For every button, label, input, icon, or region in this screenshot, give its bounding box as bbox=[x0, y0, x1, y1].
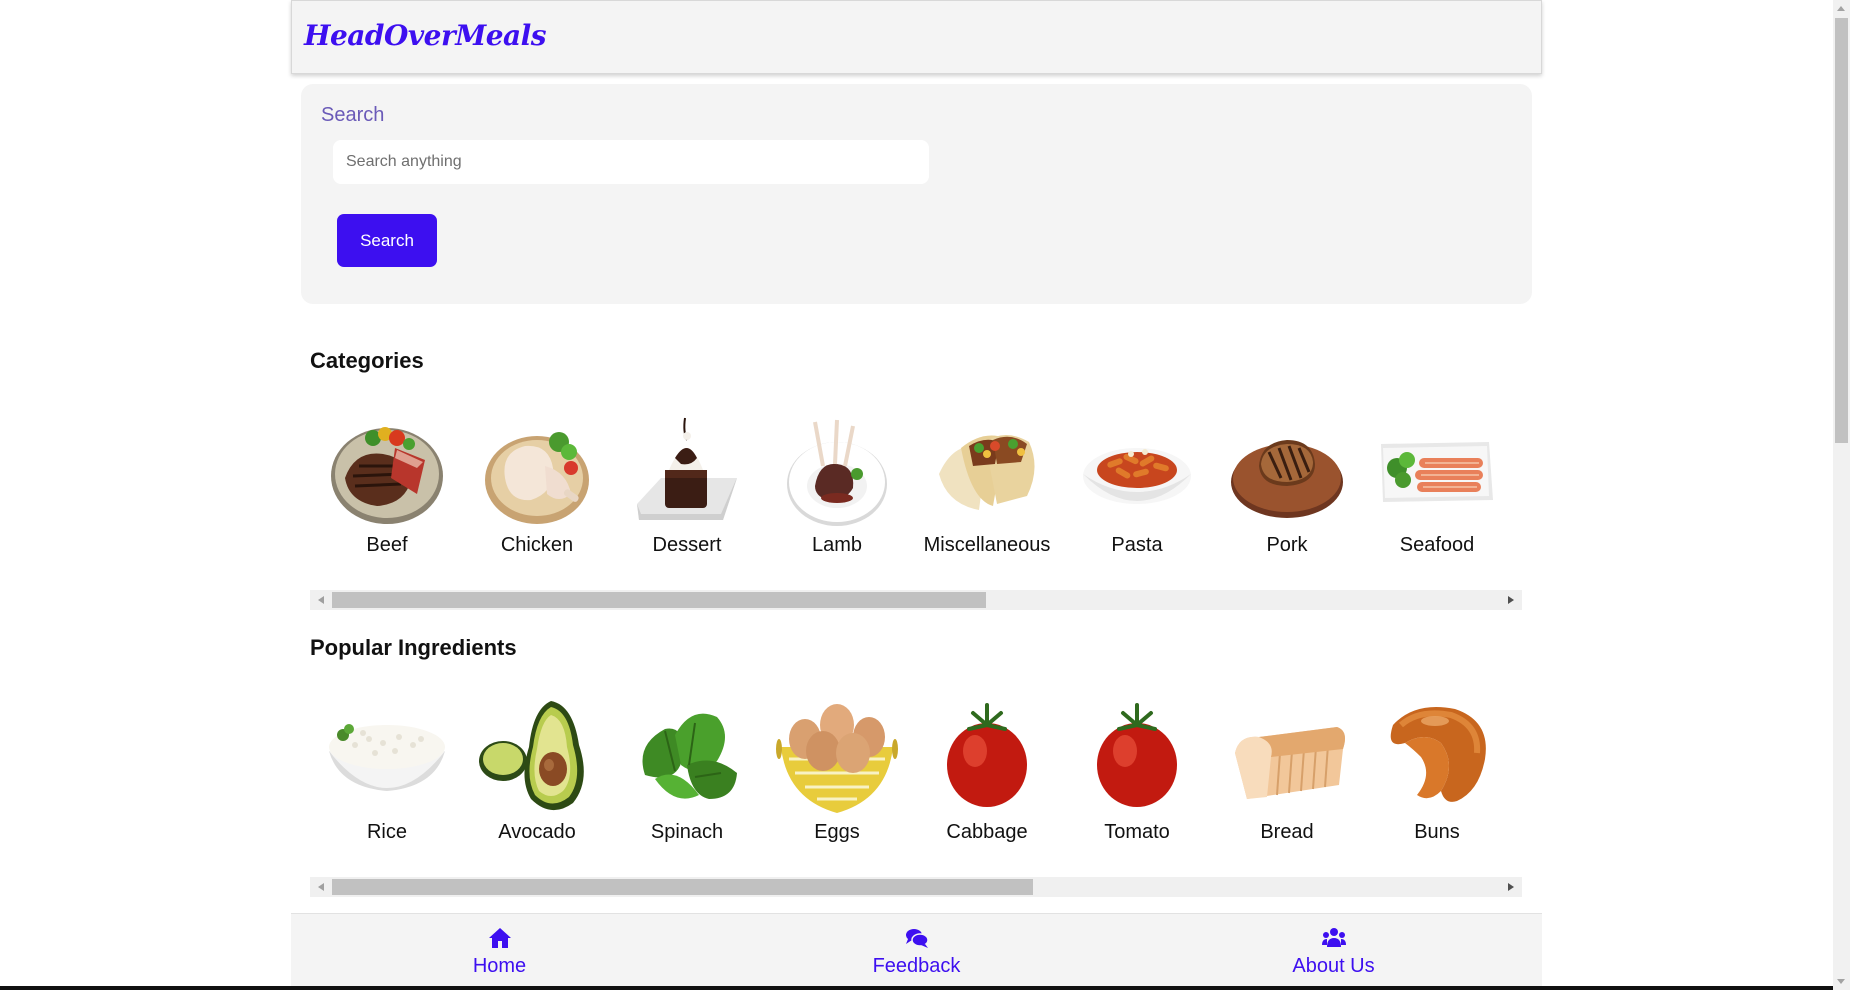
page-scrollbar[interactable] bbox=[1833, 0, 1850, 990]
bottom-navigation: Home Feedback About Us bbox=[291, 913, 1542, 990]
bread-loaf-image bbox=[1225, 695, 1349, 819]
ingredient-label: Bread bbox=[1260, 821, 1314, 843]
lamb-chops-image bbox=[775, 408, 899, 532]
rice-bowl-image bbox=[325, 695, 449, 819]
ingredient-label: Avocado bbox=[498, 821, 576, 843]
tomato-image bbox=[1075, 695, 1199, 819]
ingredient-label: Rice bbox=[366, 821, 407, 843]
beef-steak-image bbox=[325, 408, 449, 532]
search-label: Search bbox=[321, 104, 385, 126]
page-scrollbar-thumb[interactable] bbox=[1835, 18, 1848, 443]
categories-title: Categories bbox=[310, 348, 424, 373]
chocolate-dessert-image bbox=[625, 408, 749, 532]
tomato-image bbox=[925, 695, 1049, 819]
nav-home[interactable]: Home bbox=[291, 914, 708, 990]
category-lamb[interactable]: Lamb bbox=[762, 408, 912, 558]
category-label: Dessert bbox=[652, 534, 722, 556]
bun-image bbox=[1375, 695, 1499, 819]
categories-strip: Beef Chicken Dessert Lamb Miscellaneous … bbox=[310, 408, 1522, 558]
scroll-up-arrow-icon[interactable] bbox=[1837, 6, 1845, 11]
nav-home-label: Home bbox=[472, 955, 527, 977]
scrollbar-thumb[interactable] bbox=[332, 592, 986, 608]
category-label: Seafood bbox=[1399, 534, 1475, 556]
ingredient-spinach[interactable]: Spinach bbox=[612, 695, 762, 845]
ingredient-bread[interactable]: Bread bbox=[1212, 695, 1362, 845]
search-button[interactable]: Search bbox=[337, 214, 437, 267]
scroll-right-arrow-icon[interactable] bbox=[1508, 596, 1514, 604]
ingredient-label: Cabbage bbox=[946, 821, 1028, 843]
ingredient-label: Eggs bbox=[814, 821, 860, 843]
app-header: HeadOverMeals bbox=[291, 0, 1542, 74]
category-label: Chicken bbox=[500, 534, 574, 556]
search-input[interactable] bbox=[333, 140, 929, 184]
search-panel: Search Search bbox=[301, 84, 1532, 304]
comments-icon bbox=[905, 927, 929, 954]
category-label: Beef bbox=[366, 534, 408, 556]
tacos-image bbox=[925, 408, 1049, 532]
category-label: Pasta bbox=[1111, 534, 1163, 556]
penne-pasta-image bbox=[1075, 408, 1199, 532]
category-miscellaneous[interactable]: Miscellaneous bbox=[912, 408, 1062, 558]
category-label: Miscellaneous bbox=[923, 534, 1051, 556]
ingredient-tomato[interactable]: Tomato bbox=[1062, 695, 1212, 845]
spinach-image bbox=[625, 695, 749, 819]
category-beef[interactable]: Beef bbox=[312, 408, 462, 558]
app-logo[interactable]: HeadOverMeals bbox=[304, 19, 547, 52]
ingredients-title: Popular Ingredients bbox=[310, 635, 517, 660]
chicken-leg-image bbox=[475, 408, 599, 532]
category-seafood[interactable]: Seafood bbox=[1362, 408, 1512, 558]
categories-scrollbar[interactable] bbox=[310, 590, 1522, 610]
category-pork[interactable]: Pork bbox=[1212, 408, 1362, 558]
nav-feedback-label: Feedback bbox=[872, 955, 961, 977]
egg-basket-image bbox=[775, 695, 899, 819]
category-chicken[interactable]: Chicken bbox=[462, 408, 612, 558]
ingredients-strip: Rice Avocado Spinach Eggs Cabbage Tomato… bbox=[310, 695, 1522, 845]
nav-about-us-label: About Us bbox=[1292, 955, 1375, 977]
users-icon bbox=[1321, 927, 1346, 954]
category-dessert[interactable]: Dessert bbox=[612, 408, 762, 558]
ingredient-avocado[interactable]: Avocado bbox=[462, 695, 612, 845]
salmon-plate-image bbox=[1375, 408, 1499, 532]
scroll-left-arrow-icon[interactable] bbox=[318, 883, 324, 891]
category-pasta[interactable]: Pasta bbox=[1062, 408, 1212, 558]
ingredient-rice[interactable]: Rice bbox=[312, 695, 462, 845]
nav-feedback[interactable]: Feedback bbox=[708, 914, 1125, 990]
scroll-right-arrow-icon[interactable] bbox=[1508, 883, 1514, 891]
ingredient-eggs[interactable]: Eggs bbox=[762, 695, 912, 845]
ingredient-label: Buns bbox=[1414, 821, 1460, 843]
ingredient-cabbage[interactable]: Cabbage bbox=[912, 695, 1062, 845]
pork-chop-image bbox=[1225, 408, 1349, 532]
home-icon bbox=[488, 927, 512, 954]
category-label: Lamb bbox=[811, 534, 863, 556]
page-bottom-edge bbox=[0, 986, 1833, 990]
scroll-down-arrow-icon[interactable] bbox=[1837, 979, 1845, 984]
avocado-image bbox=[475, 695, 599, 819]
nav-about-us[interactable]: About Us bbox=[1125, 914, 1542, 990]
scroll-left-arrow-icon[interactable] bbox=[318, 596, 324, 604]
ingredients-scrollbar[interactable] bbox=[310, 877, 1522, 897]
ingredient-label: Tomato bbox=[1104, 821, 1170, 843]
ingredient-label: Spinach bbox=[650, 821, 724, 843]
ingredient-buns[interactable]: Buns bbox=[1362, 695, 1512, 845]
category-label: Pork bbox=[1266, 534, 1308, 556]
scrollbar-thumb[interactable] bbox=[332, 879, 1033, 895]
